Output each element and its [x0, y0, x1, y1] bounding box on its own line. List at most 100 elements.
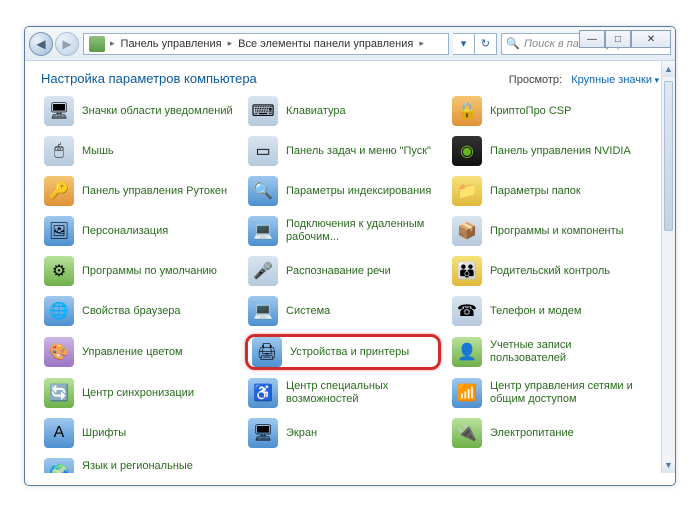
breadcrumb-sep-icon: ▸	[226, 38, 235, 49]
item-label: Подключения к удаленным рабочим...	[286, 218, 438, 243]
address-bar[interactable]: ▸ Панель управления ▸ Все элементы панел…	[83, 33, 449, 55]
view-by-label: Просмотр:	[509, 74, 562, 86]
control-panel-item[interactable]: 🔄Центр синхронизации	[41, 376, 237, 410]
breadcrumb-item[interactable]: Панель управления	[117, 34, 226, 54]
control-panel-item[interactable]: 🖱 Мышь	[41, 134, 237, 168]
item-icon: 📶	[452, 378, 482, 408]
view-by-dropdown[interactable]: Крупные значки	[571, 74, 659, 86]
control-panel-item[interactable]: 💻 Система	[245, 294, 441, 328]
item-icon: 🖨	[252, 337, 282, 367]
window-controls: — □ ✕	[579, 30, 671, 48]
explorer-window: — □ ✕ ◀ ▶ ▸ Панель управления ▸ Все элем…	[24, 26, 676, 486]
control-panel-item[interactable]: 🎤 Распознавание речи	[245, 254, 441, 288]
scroll-thumb[interactable]	[664, 81, 673, 231]
breadcrumb-sep-icon: ▸	[108, 38, 117, 49]
item-icon: 🔌	[452, 418, 482, 448]
item-icon: 💻	[248, 216, 278, 246]
item-icon: 🌐	[44, 296, 74, 326]
item-label: Мышь	[82, 145, 114, 158]
item-icon: ☎	[452, 296, 482, 326]
control-panel-icon	[89, 36, 105, 52]
item-icon: 🌍	[44, 458, 74, 473]
control-panel-item[interactable]: 🌐Свойства браузера	[41, 294, 237, 328]
nav-buttons: ◀ ▶	[29, 32, 79, 56]
control-panel-item[interactable]: 🖥Экран	[245, 416, 441, 450]
back-button[interactable]: ◀	[29, 32, 53, 56]
item-label: Панель задач и меню "Пуск"	[286, 145, 431, 158]
control-panel-item[interactable]: ⌨Клавиатура	[245, 94, 441, 128]
content-area: Настройка параметров компьютера Просмотр…	[25, 61, 675, 473]
item-icon: 👤	[452, 337, 482, 367]
control-panel-item[interactable]: 🖥 Значки области уведомлений	[41, 94, 237, 128]
control-panel-item[interactable]: 👪 Родительский контроль	[449, 254, 645, 288]
item-icon: 🎨	[44, 337, 74, 367]
close-button[interactable]: ✕	[631, 30, 671, 48]
control-panel-item[interactable]: ♿ Центр специальных возможностей	[245, 376, 441, 410]
item-icon: 🎤	[248, 256, 278, 286]
item-label: Родительский контроль	[490, 265, 610, 278]
forward-button[interactable]: ▶	[55, 32, 79, 56]
control-panel-item[interactable]: 🔒КриптоПро CSP	[449, 94, 645, 128]
scroll-down-button[interactable]: ▼	[662, 457, 675, 473]
refresh-button[interactable]: ↻	[475, 33, 497, 55]
control-panel-item[interactable]: 🔍 Параметры индексирования	[245, 174, 441, 208]
item-label: Программы по умолчанию	[82, 265, 217, 278]
control-panel-item[interactable]: 🖨 Устройства и принтеры	[245, 334, 441, 370]
item-icon: 💻	[248, 296, 278, 326]
item-label: Электропитание	[490, 427, 574, 440]
content-header: Настройка параметров компьютера Просмотр…	[41, 71, 659, 86]
control-panel-item[interactable]: 🔌 Электропитание	[449, 416, 645, 450]
item-icon: 📦	[452, 216, 482, 246]
breadcrumb-sep-icon: ▸	[417, 38, 426, 49]
control-panel-item[interactable]: 💻 Подключения к удаленным рабочим...	[245, 214, 441, 248]
item-label: Панель управления Рутокен	[82, 185, 227, 198]
item-label: Язык и региональные стандарты	[82, 460, 234, 473]
item-label: Устройства и принтеры	[290, 346, 409, 359]
item-label: Система	[286, 305, 330, 318]
control-panel-item[interactable]: 📶Центр управления сетями и общим доступо…	[449, 376, 645, 410]
item-icon: ⚙	[44, 256, 74, 286]
control-panel-item[interactable]: ◉Панель управления NVIDIA	[449, 134, 645, 168]
control-panel-item[interactable]: ▭ Панель задач и меню "Пуск"	[245, 134, 441, 168]
item-icon: 🔑	[44, 176, 74, 206]
item-label: Персонализация	[82, 225, 168, 238]
control-panel-item[interactable]: 📦 Программы и компоненты	[449, 214, 645, 248]
control-panel-item[interactable]: 👤Учетные записи пользователей	[449, 334, 645, 370]
control-panel-item[interactable]: 📁Параметры папок	[449, 174, 645, 208]
vertical-scrollbar[interactable]: ▲ ▼	[661, 61, 675, 473]
item-label: Центр синхронизации	[82, 387, 194, 400]
item-label: Шрифты	[82, 427, 126, 440]
item-label: Управление цветом	[82, 346, 183, 359]
item-label: Распознавание речи	[286, 265, 391, 278]
control-panel-item[interactable]: ⚙ Программы по умолчанию	[41, 254, 237, 288]
maximize-button[interactable]: □	[605, 30, 631, 48]
address-dropdown-button[interactable]: ▾	[453, 33, 475, 55]
item-label: Телефон и модем	[490, 305, 581, 318]
view-by: Просмотр: Крупные значки	[509, 74, 659, 86]
scroll-up-button[interactable]: ▲	[662, 61, 675, 77]
item-label: КриптоПро CSP	[490, 105, 571, 118]
content: Настройка параметров компьютера Просмотр…	[25, 61, 675, 473]
item-label: Программы и компоненты	[490, 225, 624, 238]
item-label: Значки области уведомлений	[82, 105, 233, 118]
item-icon: 🖥	[44, 96, 74, 126]
control-panel-item[interactable]: 🔑 Панель управления Рутокен	[41, 174, 237, 208]
item-label: Центр специальных возможностей	[286, 380, 438, 405]
address-buttons: ▾ ↻	[453, 33, 497, 55]
item-icon: ▭	[248, 136, 278, 166]
item-icon: 🔍	[248, 176, 278, 206]
control-panel-item[interactable]: ☎ Телефон и модем	[449, 294, 645, 328]
item-label: Панель управления NVIDIA	[490, 145, 631, 158]
item-icon: 🖱	[44, 136, 74, 166]
item-icon: 👪	[452, 256, 482, 286]
control-panel-item[interactable]: 🖼Персонализация	[41, 214, 237, 248]
item-icon: ♿	[248, 378, 278, 408]
minimize-button[interactable]: —	[579, 30, 605, 48]
item-icon: A	[44, 418, 74, 448]
control-panel-item[interactable]: 🎨 Управление цветом	[41, 334, 237, 370]
item-icon: ⌨	[248, 96, 278, 126]
control-panel-item[interactable]: A Шрифты	[41, 416, 237, 450]
breadcrumb-item[interactable]: Все элементы панели управления	[234, 34, 417, 54]
item-label: Параметры индексирования	[286, 185, 431, 198]
control-panel-item[interactable]: 🌍 Язык и региональные стандарты	[41, 456, 237, 473]
